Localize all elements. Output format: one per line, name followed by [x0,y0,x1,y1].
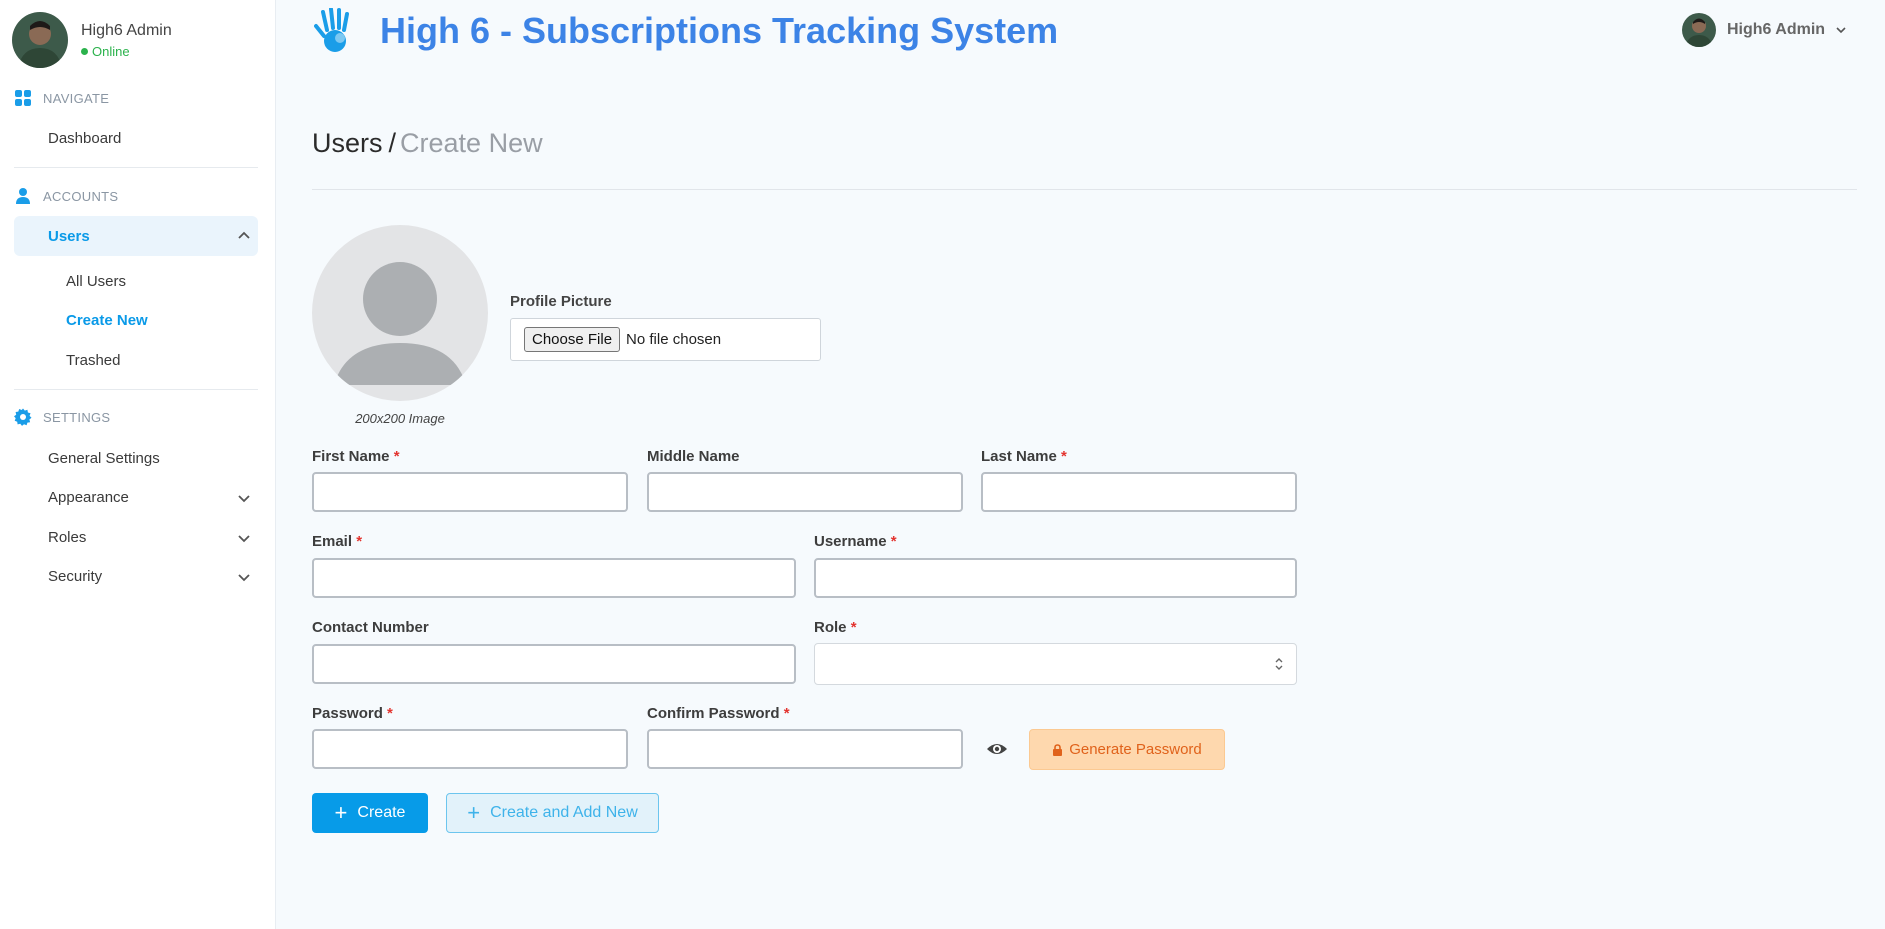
sidebar-user-name: High6 Admin [81,21,172,39]
breadcrumb-parent[interactable]: Users [312,128,383,158]
sidebar-item-users[interactable]: Users [48,228,90,245]
create-label: Create [357,804,406,821]
sidebar-item-roles[interactable]: Roles [48,529,86,546]
breadcrumb-current: Create New [400,128,543,158]
chevron-down-icon[interactable] [237,491,251,505]
contact-number-label: Contact Number [312,619,429,636]
plus-icon: + [334,800,348,825]
create-button[interactable]: + Create [312,793,428,833]
profile-picture-placeholder [312,225,488,401]
sidebar-item-general-settings[interactable]: General Settings [48,450,160,467]
username-field[interactable] [814,558,1297,598]
chevron-up-icon[interactable] [237,229,251,243]
confirm-password-field[interactable] [647,729,963,769]
section-navigate-label: NAVIGATE [43,90,110,106]
sidebar-user-box: High6 Admin Online [12,12,172,68]
last-name-label: Last Name * [981,448,1067,465]
chevron-down-icon[interactable] [237,570,251,584]
role-select[interactable] [814,643,1297,685]
select-arrows-icon [1275,658,1283,670]
middle-name-label: Middle Name [647,448,740,465]
email-field[interactable] [312,558,796,598]
divider [14,389,258,390]
file-status: No file chosen [626,331,722,348]
contact-number-field[interactable] [312,644,796,684]
top-user-name[interactable]: High6 Admin [1727,21,1825,39]
last-name-field[interactable] [981,472,1297,512]
password-field[interactable] [312,729,628,769]
first-name-label: First Name * [312,448,400,465]
profile-picture-label: Profile Picture [510,293,612,310]
avatar [12,12,68,68]
chevron-down-icon[interactable] [237,531,251,545]
role-label: Role * [814,619,857,636]
sidebar-item-trashed[interactable]: Trashed [66,352,120,369]
confirm-password-label: Confirm Password * [647,705,790,722]
sidebar: High6 Admin Online NAVIGATE Dashboard AC… [0,0,276,929]
section-navigate: NAVIGATE [14,89,109,107]
user-placeholder-icon [334,262,466,385]
status-badge: Online [81,44,172,59]
gear-icon [14,408,32,426]
sidebar-item-create-new[interactable]: Create New [66,312,148,329]
lock-icon [1053,743,1063,756]
password-label: Password * [312,705,393,722]
first-name-field[interactable] [312,472,628,512]
section-settings: SETTINGS [14,408,110,426]
profile-caption: 200x200 Image [355,411,445,426]
section-accounts-label: ACCOUNTS [43,188,119,204]
choose-file-button[interactable]: Choose File [524,327,621,352]
sidebar-item-security[interactable]: Security [48,568,102,585]
online-dot-icon [81,47,88,55]
user-icon [16,188,30,204]
grid-icon [15,90,31,106]
email-label: Email * [312,533,363,550]
avatar[interactable] [1682,13,1716,47]
chevron-down-icon[interactable] [1835,24,1847,36]
create-and-add-label: Create and Add New [490,804,638,821]
app-title: High 6 - Subscriptions Tracking System [380,10,1059,51]
generate-password-button[interactable]: Generate Password [1029,729,1225,770]
eye-icon[interactable] [986,740,1008,758]
divider [14,167,258,168]
sidebar-item-appearance[interactable]: Appearance [48,489,129,506]
breadcrumb: Users / Create New [312,128,543,159]
generate-password-label: Generate Password [1069,741,1202,758]
divider [312,189,1857,190]
breadcrumb-separator: / [388,128,397,158]
sidebar-item-all-users[interactable]: All Users [66,273,126,290]
status-text: Online [92,43,130,59]
top-user-menu[interactable]: High6 Admin [1682,13,1847,47]
profile-picture-file-input[interactable]: Choose File No file chosen [510,318,821,361]
sidebar-item-dashboard[interactable]: Dashboard [48,130,121,147]
logo-hand-icon [314,8,349,52]
section-settings-label: SETTINGS [43,409,111,425]
create-and-add-new-button[interactable]: + Create and Add New [446,793,659,833]
middle-name-field[interactable] [647,472,963,512]
plus-icon: + [467,800,481,825]
section-accounts: ACCOUNTS [14,187,118,205]
username-label: Username * [814,533,897,550]
